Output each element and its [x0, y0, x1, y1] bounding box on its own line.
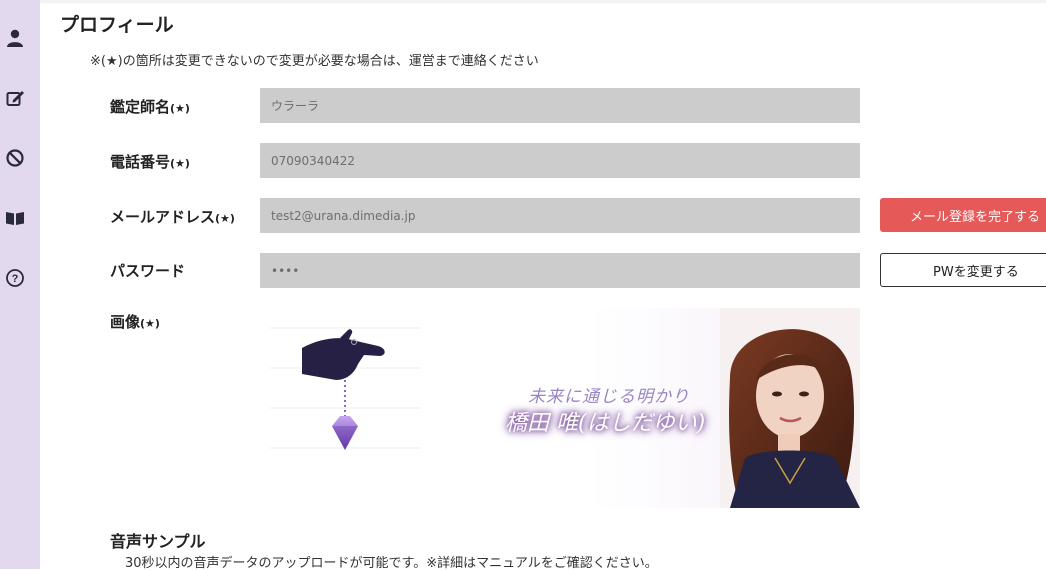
block-icon[interactable]	[4, 147, 26, 169]
email-field-value: test2@urana.dimedia.jp	[271, 208, 416, 223]
banner-name: 橋田 唯(はしだゆい)	[505, 411, 706, 436]
password-field[interactable]: ••••	[260, 253, 860, 288]
name-label-text: 鑑定師名	[110, 98, 171, 116]
phone-label-text: 電話番号	[110, 153, 171, 171]
email-label-text: メールアドレス	[110, 208, 216, 226]
email-label-star: (★)	[215, 212, 235, 225]
password-label: パスワード	[110, 260, 185, 281]
help-icon[interactable]: ?	[4, 267, 26, 289]
svg-text:?: ?	[12, 273, 19, 285]
profile-banner-image[interactable]: 未来に通じる明かり 橋田 唯(はしだゆい)	[260, 308, 860, 508]
phone-label-star: (★)	[170, 157, 190, 170]
password-field-value: ••••	[271, 263, 300, 278]
name-label-star: (★)	[170, 102, 190, 115]
name-field-value: ウラーラ	[271, 99, 320, 113]
phone-label: 電話番号(★)	[110, 151, 190, 172]
banner-catchphrase: 未来に通じる明かり	[528, 387, 690, 407]
portrait-photo	[720, 308, 860, 508]
book-icon[interactable]	[4, 207, 26, 229]
name-field[interactable]: ウラーラ	[260, 88, 860, 123]
image-label-text: 画像	[110, 313, 141, 331]
image-label-star: (★)	[140, 317, 160, 330]
email-complete-button[interactable]: メール登録を完了する	[880, 198, 1046, 232]
name-label: 鑑定師名(★)	[110, 96, 190, 117]
notice-text: ※(★)の箇所は変更できないので変更が必要な場合は、運営まで連絡ください	[90, 54, 539, 69]
change-password-button[interactable]: PWを変更する	[880, 253, 1046, 287]
password-label-text: パスワード	[110, 262, 186, 280]
phone-field[interactable]: 07090340422	[260, 143, 860, 178]
email-field[interactable]: test2@urana.dimedia.jp	[260, 198, 860, 233]
email-label: メールアドレス(★)	[110, 206, 235, 227]
image-label: 画像(★)	[110, 311, 160, 332]
edit-icon[interactable]	[4, 87, 26, 109]
audio-section-title: 音声サンプル	[110, 532, 206, 551]
phone-field-value: 07090340422	[271, 153, 355, 168]
user-icon[interactable]	[4, 27, 26, 49]
page-title: プロフィール	[60, 14, 174, 36]
sidebar: ?	[0, 0, 40, 569]
top-border	[40, 0, 1046, 3]
audio-section-description: 30秒以内の音声データのアップロードが可能です。※詳細はマニュアルをご確認くださ…	[125, 556, 658, 571]
